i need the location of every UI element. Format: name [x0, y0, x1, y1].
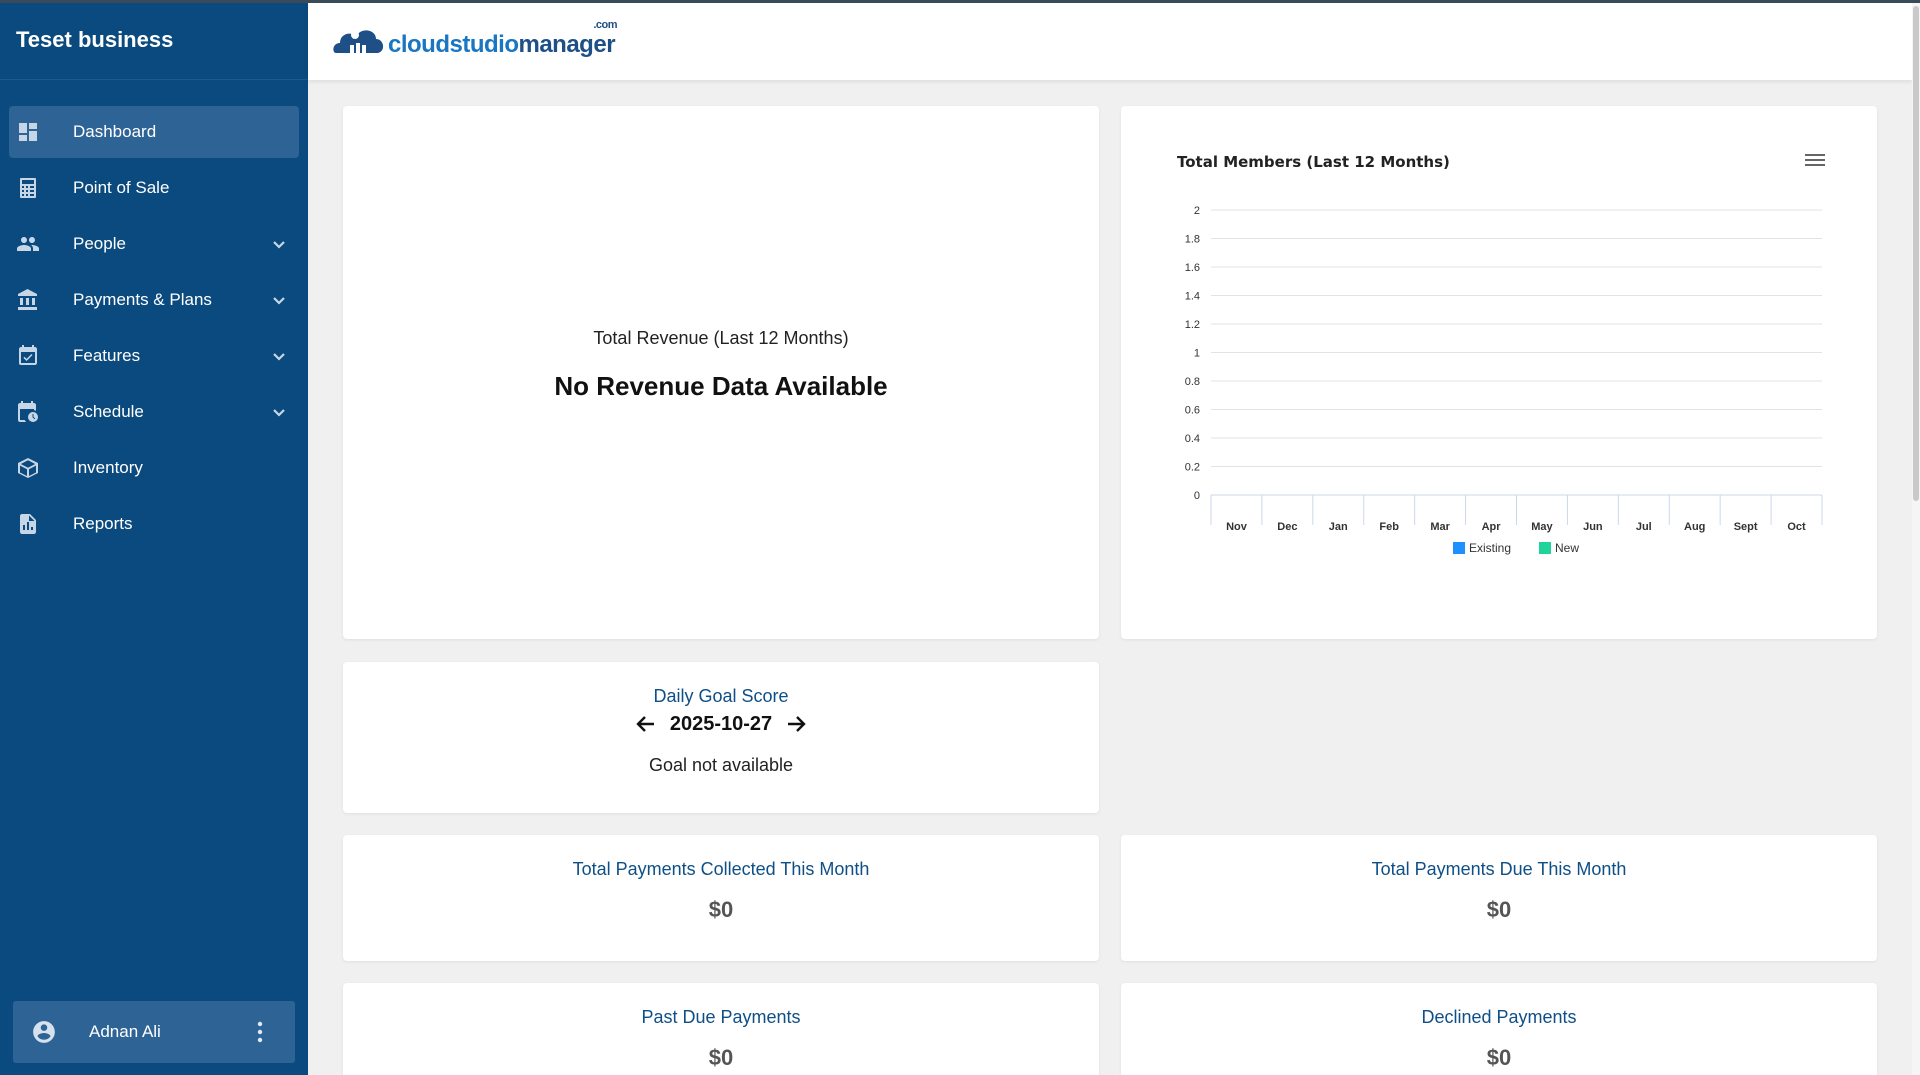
x-tick-label: Sept: [1734, 521, 1758, 533]
calculator-icon: [15, 175, 41, 201]
logo-suffix: .com: [593, 19, 618, 31]
y-tick-label: 0.8: [1185, 376, 1200, 388]
people-icon: [15, 231, 41, 257]
sidebar-item-features[interactable]: Features: [9, 330, 299, 382]
stat-label: Total Payments Due This Month: [1371, 859, 1627, 879]
logo-text-part2: manager: [518, 31, 616, 58]
logo[interactable]: cloudstudiomanager .com: [330, 19, 618, 63]
sidebar-item-schedule[interactable]: Schedule: [9, 386, 299, 438]
y-tick-label: 0.6: [1185, 405, 1200, 417]
declined-card: Declined Payments $0: [1121, 983, 1877, 1075]
daily-goal-card: Daily Goal Score 2025-10-27 Goal not ava…: [343, 662, 1099, 813]
x-tick-label: Aug: [1684, 521, 1705, 533]
legend-swatch: [1539, 542, 1551, 554]
legend-label: Existing: [1469, 541, 1511, 555]
revenue-card: Total Revenue (Last 12 Months) No Revenu…: [343, 106, 1099, 639]
y-tick-label: 1.4: [1185, 291, 1200, 303]
user-name: Adnan Ali: [89, 1022, 161, 1041]
sidebar-item-label: Reports: [73, 514, 133, 533]
arrow-right-icon[interactable]: [784, 712, 808, 736]
date-navigator: 2025-10-27: [343, 712, 1099, 736]
chevron-down-icon[interactable]: [269, 234, 289, 254]
logo-mark-icon: [333, 30, 384, 53]
members-chart-card: 0 0.2 0.4 0.6 0.8 1 1.2 1.4 1.6 1.8 2 Nov Dec Jan Feb M…: [1121, 106, 1877, 639]
business-name: Teset business: [0, 0, 308, 80]
stat-value: $0: [708, 897, 734, 922]
y-tick-label: 1.8: [1185, 234, 1200, 246]
chevron-down-icon[interactable]: [269, 346, 289, 366]
y-tick-label: 0: [1194, 490, 1200, 502]
sidebar: Teset business Dashboard Point of Sale P…: [0, 0, 308, 1075]
sidebar-item-label: Dashboard: [73, 122, 157, 141]
stat-value: $0: [1486, 1045, 1512, 1070]
x-tick-label: Feb: [1379, 521, 1399, 533]
arrow-left-icon[interactable]: [634, 712, 658, 736]
sidebar-item-payments-plans[interactable]: Payments & Plans: [9, 274, 299, 326]
revenue-empty-message: No Revenue Data Available: [554, 371, 888, 401]
page-scrollbar[interactable]: [1912, 0, 1920, 1075]
account-circle-icon: [31, 1019, 57, 1045]
stat-label: Past Due Payments: [641, 1007, 801, 1027]
goal-message: Goal not available: [648, 755, 794, 775]
calendar-clock-icon: [15, 399, 41, 425]
y-tick-label: 1.2: [1185, 319, 1200, 331]
sidebar-item-label: Point of Sale: [73, 178, 170, 197]
logo-text: cloudstudiomanager .com: [388, 19, 618, 59]
stat-value: $0: [1486, 897, 1512, 922]
stat-label: Declined Payments: [1421, 1007, 1577, 1027]
more-vert-icon[interactable]: [255, 1020, 265, 1044]
x-tick-label: Jun: [1583, 521, 1603, 533]
report-icon: [15, 511, 41, 537]
sidebar-item-label: Schedule: [73, 402, 144, 421]
x-tick-label: Oct: [1787, 521, 1806, 533]
sidebar-item-label: Features: [73, 346, 141, 365]
sidebar-item-point-of-sale[interactable]: Point of Sale: [9, 162, 299, 214]
bank-icon: [15, 287, 41, 313]
legend-swatch: [1453, 542, 1465, 554]
y-tick-label: 1: [1194, 348, 1200, 360]
dashboard-icon: [15, 119, 41, 145]
x-tick-label: Mar: [1430, 521, 1450, 533]
box-icon: [15, 455, 41, 481]
calendar-check-icon: [15, 343, 41, 369]
sidebar-item-people[interactable]: People: [9, 218, 299, 270]
x-tick-label: Jan: [1329, 521, 1348, 533]
chevron-down-icon[interactable]: [269, 402, 289, 422]
past-due-card: Past Due Payments $0: [343, 983, 1099, 1075]
sidebar-item-reports[interactable]: Reports: [9, 498, 299, 550]
top-header: cloudstudiomanager .com: [308, 3, 1912, 80]
sidebar-item-label: Payments & Plans: [73, 290, 212, 309]
x-tick-label: May: [1531, 521, 1553, 533]
x-tick-label: Jul: [1636, 521, 1652, 533]
sidebar-item-dashboard[interactable]: Dashboard: [9, 106, 299, 158]
sidebar-nav: Dashboard Point of Sale People Payments …: [0, 80, 308, 550]
logo-text-part1: cloudstudio: [388, 31, 519, 58]
x-tick-label: Dec: [1277, 521, 1297, 533]
user-menu[interactable]: Adnan Ali: [13, 1001, 295, 1063]
legend-label: New: [1555, 541, 1579, 555]
chevron-down-icon[interactable]: [269, 290, 289, 310]
goal-date: 2025-10-27: [669, 712, 773, 735]
x-tick-label: Apr: [1482, 521, 1502, 533]
revenue-title: Total Revenue (Last 12 Months): [593, 328, 849, 348]
sidebar-item-label: Inventory: [73, 458, 143, 477]
payments-due-card: Total Payments Due This Month $0: [1121, 835, 1877, 961]
stat-label: Total Payments Collected This Month: [572, 859, 870, 879]
sidebar-item-label: People: [73, 234, 126, 253]
y-tick-label: 2: [1194, 205, 1200, 217]
chart-menu-icon[interactable]: [1805, 154, 1825, 170]
stat-value: $0: [708, 1045, 734, 1070]
members-chart: 0 0.2 0.4 0.6 0.8 1 1.2 1.4 1.6 1.8 2 Nov Dec Jan Feb M…: [1185, 205, 1823, 555]
payments-collected-card: Total Payments Collected This Month $0: [343, 835, 1099, 961]
y-tick-label: 1.6: [1185, 262, 1200, 274]
y-tick-label: 0.2: [1185, 462, 1200, 474]
chart-title: Total Members (Last 12 Months): [1177, 153, 1450, 171]
top-border: [0, 0, 1920, 3]
sidebar-item-inventory[interactable]: Inventory: [9, 442, 299, 494]
scrollbar-thumb[interactable]: [1913, 6, 1919, 501]
x-tick-label: Nov: [1226, 521, 1248, 533]
daily-goal-title: Daily Goal Score: [653, 686, 789, 706]
y-tick-label: 0.4: [1185, 433, 1200, 445]
